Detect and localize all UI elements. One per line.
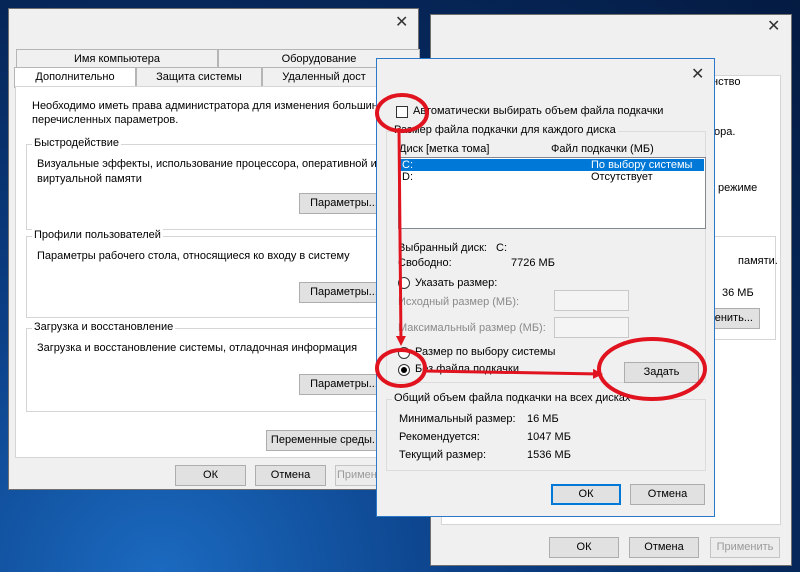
cancel-button[interactable]: Отмена (255, 465, 326, 486)
apply-button[interactable]: Применить (710, 537, 780, 558)
startup-recovery-group: Загрузка и восстановление Загрузка и вос… (26, 321, 410, 412)
disk-letter: D: (402, 171, 413, 183)
admin-note: Необходимо иметь права администратора дл… (32, 100, 378, 126)
per-disk-group: Размер файла подкачки для каждого диска … (386, 124, 706, 383)
list-item[interactable]: D: Отсутствует (400, 171, 704, 183)
right-partial-text-4: памяти. (738, 255, 778, 267)
current-size-label: Текущий размер: (399, 449, 487, 461)
startup-recovery-title: Загрузка и восстановление (32, 321, 176, 333)
close-icon[interactable]: ✕ (691, 67, 704, 83)
set-button[interactable]: Задать (624, 362, 699, 383)
ok-button[interactable]: ОК (551, 484, 621, 505)
user-profiles-title: Профили пользователей (32, 229, 163, 241)
selected-disk-label: Выбранный диск: (398, 242, 487, 254)
custom-size-label: Указать размер: (415, 277, 498, 289)
user-profiles-text: Параметры рабочего стола, относящиеся ко… (37, 250, 350, 262)
cancel-button[interactable]: Отмена (630, 484, 705, 505)
selected-disk-value: C: (496, 242, 507, 254)
virtual-memory-dialog: ✕ Автоматически выбирать объем файла под… (376, 58, 715, 517)
right-partial-text-1: нство (712, 76, 741, 88)
tab-remote[interactable]: Удаленный дост (262, 67, 386, 86)
ok-button[interactable]: ОК (175, 465, 246, 486)
initial-size-label: Исходный размер (МБ): (398, 296, 520, 308)
total-group: Общий объем файла подкачки на всех диска… (386, 392, 706, 471)
environment-variables-button[interactable]: Переменные среды... (266, 430, 386, 451)
column-size: Файл подкачки (МБ) (551, 143, 654, 155)
disk-size: Отсутствует (591, 171, 653, 183)
per-disk-title: Размер файла подкачки для каждого диска (392, 124, 618, 136)
max-size-label: Максимальный размер (МБ): (398, 322, 546, 334)
current-size-value: 1536 МБ (527, 449, 571, 461)
startup-recovery-text: Загрузка и восстановление системы, отлад… (37, 342, 358, 354)
right-partial-text-2: ора. (714, 126, 736, 138)
list-item[interactable]: C: По выбору системы (400, 159, 704, 171)
tab-system-protection[interactable]: Защита системы (136, 67, 262, 86)
min-size-label: Минимальный размер: (399, 413, 516, 425)
tab-row-2: Дополнительно Защита системы Удаленный д… (14, 67, 386, 88)
no-paging-file-radio[interactable] (398, 364, 410, 376)
free-space-value: 7726 МБ (511, 257, 555, 269)
recommended-value: 1047 МБ (527, 431, 571, 443)
tab-panel: Необходимо иметь права администратора дл… (15, 86, 413, 458)
column-disk: Диск [метка тома] (399, 143, 490, 155)
no-paging-file-label: Без файла подкачки (415, 363, 519, 375)
close-icon[interactable]: ✕ (767, 19, 780, 35)
auto-manage-checkbox[interactable] (396, 106, 408, 118)
custom-size-radio[interactable] (398, 277, 410, 289)
auto-manage-label: Автоматически выбирать объем файла подка… (413, 105, 664, 117)
disk-list[interactable]: C: По выбору системы D: Отсутствует (398, 157, 706, 229)
free-space-label: Свободно: (398, 257, 452, 269)
performance-group: Быстродействие Визуальные эффекты, испол… (26, 137, 410, 230)
system-properties-window: ✕ Имя компьютера Оборудование Дополнител… (8, 8, 420, 490)
initial-size-input[interactable] (554, 290, 629, 311)
right-partial-text-3: режиме (718, 182, 758, 194)
performance-title: Быстродействие (32, 137, 121, 149)
right-partial-text-5: 36 МБ (722, 287, 754, 299)
recommended-label: Рекомендуется: (399, 431, 480, 443)
performance-text: Визуальные эффекты, использование процес… (37, 158, 377, 185)
close-icon[interactable]: ✕ (395, 15, 408, 31)
system-managed-label: Размер по выбору системы (415, 346, 556, 358)
system-managed-radio[interactable] (398, 347, 410, 359)
tab-row-1: Имя компьютера Оборудование (16, 49, 420, 68)
total-title: Общий объем файла подкачки на всех диска… (392, 392, 633, 404)
cancel-button[interactable]: Отмена (629, 537, 699, 558)
max-size-input[interactable] (554, 317, 629, 338)
ok-button[interactable]: ОК (549, 537, 619, 558)
disk-letter: C: (402, 159, 413, 171)
tab-advanced[interactable]: Дополнительно (14, 67, 136, 88)
user-profiles-group: Профили пользователей Параметры рабочего… (26, 229, 410, 318)
disk-size: По выбору системы (591, 159, 693, 171)
min-size-value: 16 МБ (527, 413, 559, 425)
tab-computer-name[interactable]: Имя компьютера (16, 49, 218, 68)
